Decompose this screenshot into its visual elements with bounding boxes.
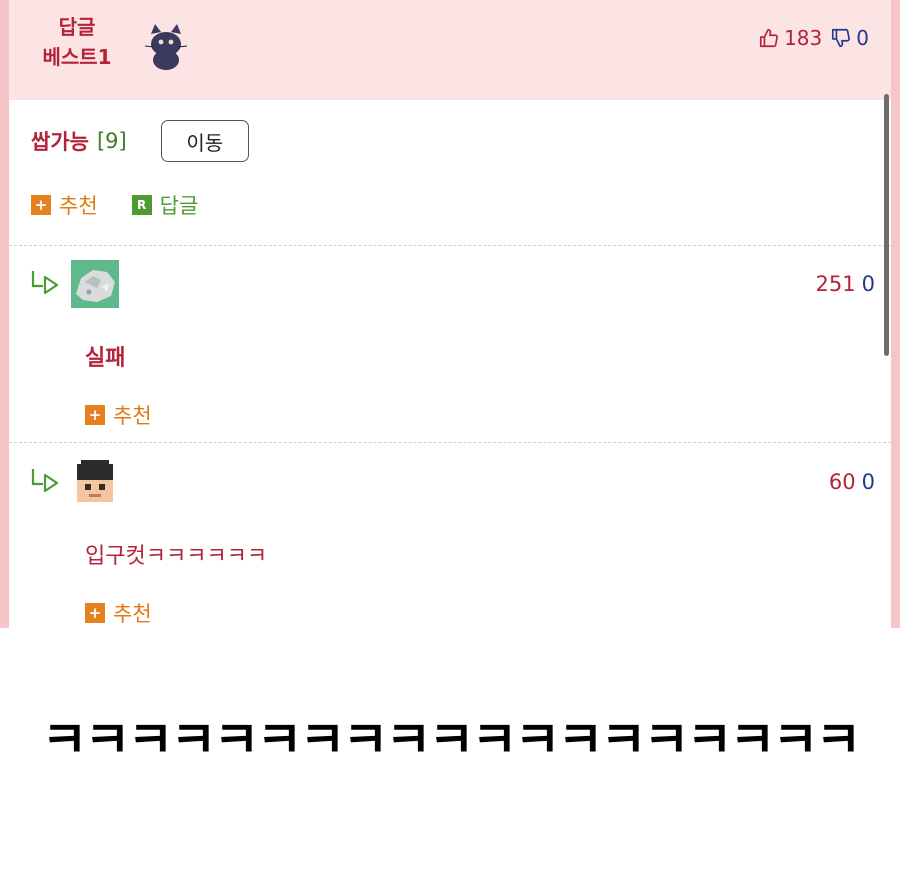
- plus-icon: +: [31, 195, 51, 215]
- recommend-label: 추천: [113, 602, 152, 626]
- pixel-face-avatar-icon[interactable]: [71, 458, 119, 506]
- reply-down-count[interactable]: 0: [862, 470, 875, 494]
- reply-recommend-button[interactable]: + 추천: [85, 400, 152, 430]
- comment-frame: 답글 베스트1 183 0 쌉가능 [9] 이동 + 추천 R 답글 251 0…: [0, 0, 900, 628]
- divider: [9, 442, 891, 443]
- best-reply-label: 답글 베스트1: [27, 12, 127, 72]
- reply-down-count[interactable]: 0: [862, 272, 875, 296]
- best-votes: 183 0: [758, 26, 869, 50]
- recommend-label: 추천: [59, 194, 98, 218]
- best-reply-header: 답글 베스트1 183 0: [9, 0, 891, 100]
- reply-label: 답글: [159, 194, 199, 218]
- reply-votes-2: 60 0: [829, 470, 875, 494]
- best-down-count: 0: [856, 26, 869, 50]
- rock-avatar-icon[interactable]: [71, 260, 119, 308]
- reply-count: [9]: [96, 129, 127, 153]
- reply-item-2: 60 0 입구컷ㅋㅋㅋㅋㅋㅋ + 추천: [9, 450, 891, 628]
- reply-up-count[interactable]: 251: [816, 272, 856, 296]
- reply-button[interactable]: R 답글: [131, 190, 199, 220]
- divider: [9, 245, 891, 246]
- reply-votes-1: 251 0: [816, 272, 875, 296]
- reply-arrow-icon: [31, 271, 59, 294]
- reply-text: 입구컷ㅋㅋㅋㅋㅋㅋ: [85, 544, 268, 569]
- reply-item-1: 251 0 실패 + 추천: [9, 252, 891, 442]
- reply-recommend-button[interactable]: + 추천: [85, 598, 152, 628]
- thumbs-down-icon[interactable]: [830, 27, 852, 49]
- caption-laugh-text: ㅋㅋㅋㅋㅋㅋㅋㅋㅋㅋㅋㅋㅋㅋㅋㅋㅋㅋㅋ: [41, 711, 862, 769]
- thumbs-up-icon[interactable]: [758, 27, 780, 49]
- cat-avatar-icon[interactable]: [141, 20, 191, 70]
- reply-text: 실패: [85, 346, 126, 371]
- plus-icon: +: [85, 405, 105, 425]
- reply-up-count[interactable]: 60: [829, 470, 856, 494]
- recommend-label: 추천: [113, 404, 152, 428]
- best-up-count: 183: [784, 26, 823, 50]
- post-meta-row: 쌉가능 [9] 이동: [31, 120, 249, 162]
- scrollbar[interactable]: [884, 94, 889, 356]
- post-nickname[interactable]: 쌉가능: [31, 126, 89, 156]
- comment-card: 답글 베스트1 183 0 쌉가능 [9] 이동 + 추천 R 답글 251 0…: [9, 0, 891, 628]
- post-actions: + 추천 R 답글: [31, 190, 198, 220]
- plus-icon: +: [85, 603, 105, 623]
- best-label-line2: 베스트1: [42, 45, 112, 69]
- reply-arrow-icon: [31, 469, 59, 492]
- move-button[interactable]: 이동: [160, 120, 249, 162]
- recommend-button[interactable]: + 추천: [31, 190, 98, 220]
- reply-r-icon: R: [131, 195, 152, 215]
- best-label-line1: 답글: [58, 15, 96, 39]
